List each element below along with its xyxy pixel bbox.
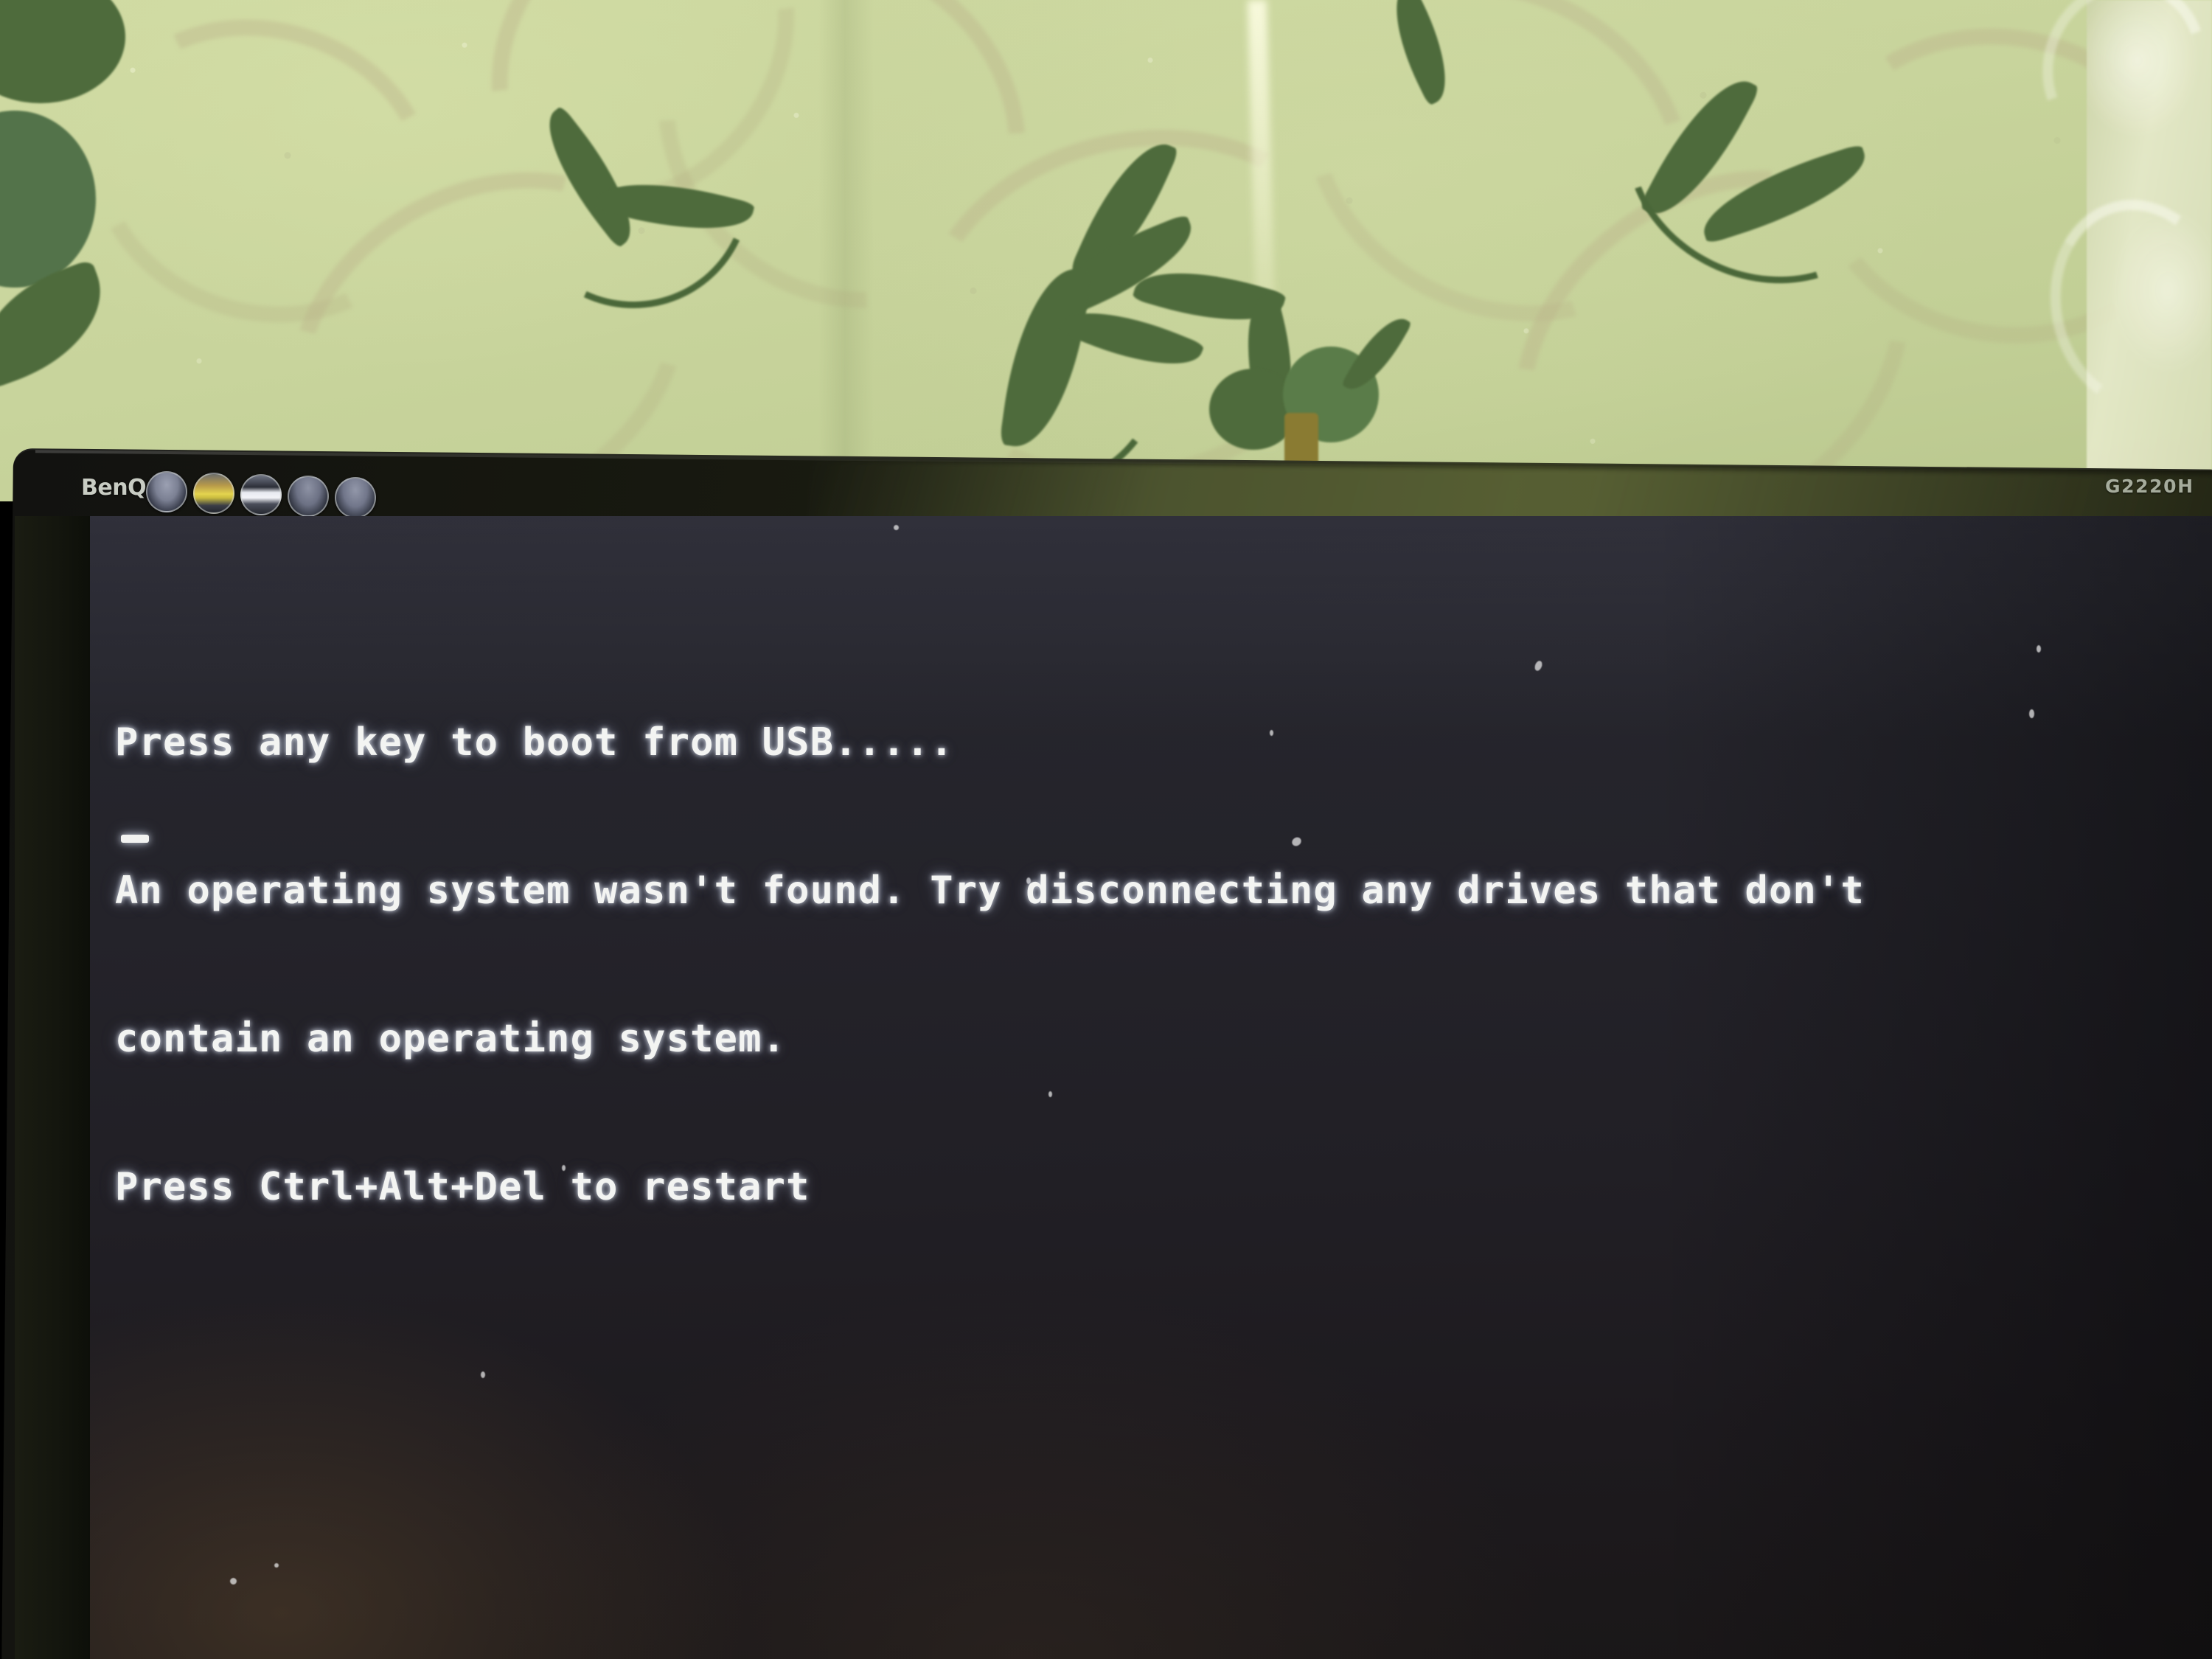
boot-line-1: Press any key to boot from USB.....	[115, 720, 954, 765]
text-cursor	[121, 835, 149, 843]
screen-dust-speck	[230, 1578, 237, 1585]
benq-logo: BenQ	[81, 475, 147, 501]
screen-dust-speck	[481, 1371, 485, 1378]
screen-dust-speck	[2037, 645, 2041, 653]
osd-button-4[interactable]	[288, 476, 329, 517]
boot-line-3: contain an operating system.	[115, 1017, 787, 1061]
osd-button-5[interactable]	[335, 477, 376, 518]
osd-button-3[interactable]	[240, 474, 282, 515]
bezel-left-edge	[15, 516, 90, 1659]
osd-button-1[interactable]	[146, 471, 187, 512]
osd-button-2[interactable]	[193, 473, 234, 514]
screenshot-root: BenQ G2220H Press any key to boot from U…	[0, 0, 2212, 1659]
screen-dust-speck	[894, 525, 899, 530]
boot-line-2: An operating system wasn't found. Try di…	[115, 869, 1865, 913]
monitor-model-label: G2220H	[2105, 476, 2194, 497]
monitor-screen: Press any key to boot from USB..... An o…	[90, 516, 2212, 1659]
boot-message: Press any key to boot from USB..... An o…	[115, 619, 1865, 1311]
boot-line-4: Press Ctrl+Alt+Del to restart	[115, 1165, 810, 1209]
screen-dust-speck	[274, 1563, 279, 1568]
screen-dust-speck	[2029, 709, 2034, 718]
